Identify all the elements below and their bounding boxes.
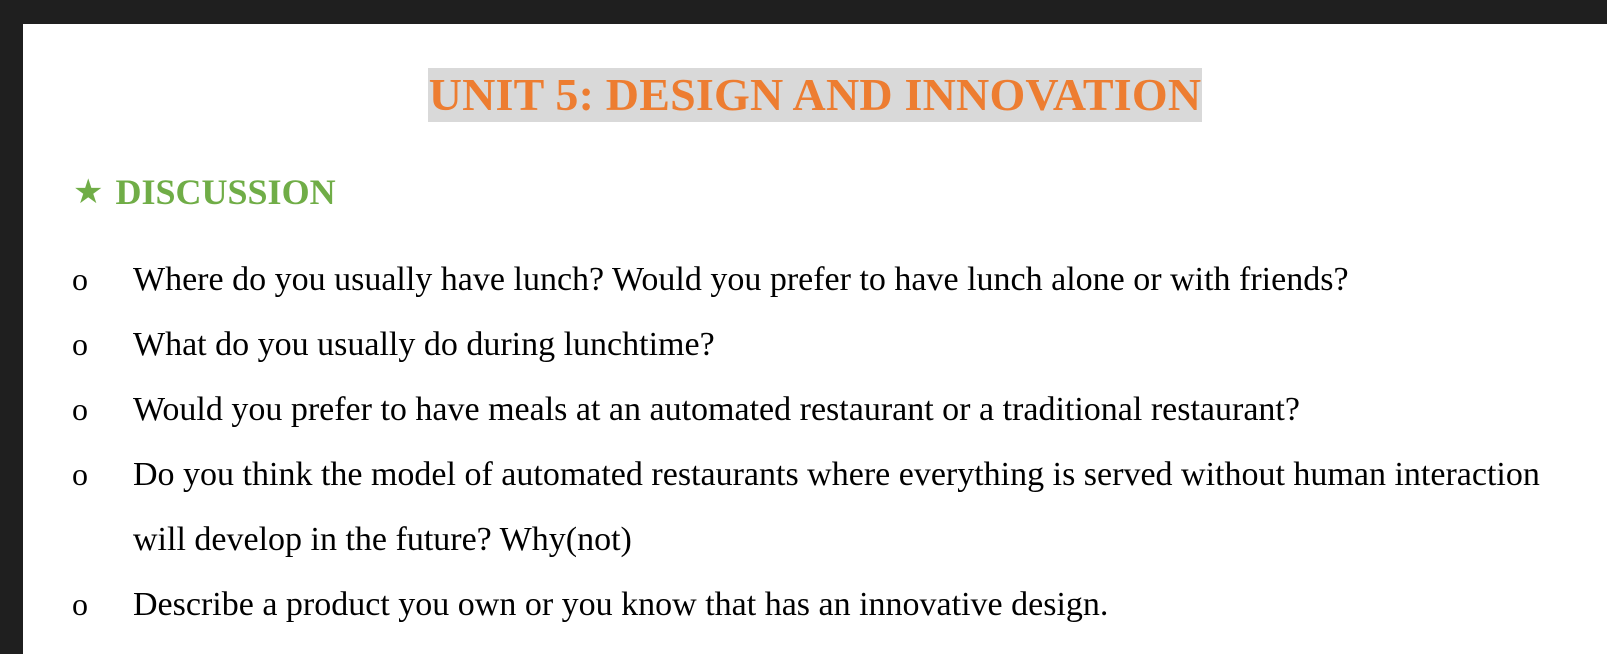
discussion-question-list: o Where do you usually have lunch? Would…	[23, 247, 1607, 637]
question-text: Describe a product you own or you know t…	[133, 586, 1109, 623]
list-item: o Do you think the model of automated re…	[23, 442, 1607, 572]
circle-bullet-icon: o	[72, 391, 88, 427]
question-text: Where do you usually have lunch? Would y…	[133, 261, 1349, 298]
circle-bullet-icon: o	[72, 261, 88, 297]
list-item: o What do you usually do during lunchtim…	[23, 312, 1607, 377]
unit-title: UNIT 5: DESIGN AND INNOVATION	[427, 68, 1203, 122]
star-icon: ★	[73, 172, 104, 212]
section-heading-text: DISCUSSION	[115, 172, 336, 212]
circle-bullet-icon: o	[72, 456, 88, 492]
circle-bullet-icon: o	[72, 586, 88, 622]
document-page: UNIT 5: DESIGN AND INNOVATION ★ DISCUSSIO…	[23, 24, 1607, 654]
title-container: UNIT 5: DESIGN AND INNOVATION	[23, 68, 1607, 122]
question-text: Would you prefer to have meals at an aut…	[133, 391, 1300, 428]
section-heading: ★ DISCUSSION	[73, 170, 336, 214]
question-text: Do you think the model of automated rest…	[133, 456, 1540, 558]
list-item: o Describe a product you own or you know…	[23, 572, 1607, 637]
question-text: What do you usually do during lunchtime?	[133, 326, 715, 363]
circle-bullet-icon: o	[72, 326, 88, 362]
list-item: o Where do you usually have lunch? Would…	[23, 247, 1607, 312]
list-item: o Would you prefer to have meals at an a…	[23, 377, 1607, 442]
